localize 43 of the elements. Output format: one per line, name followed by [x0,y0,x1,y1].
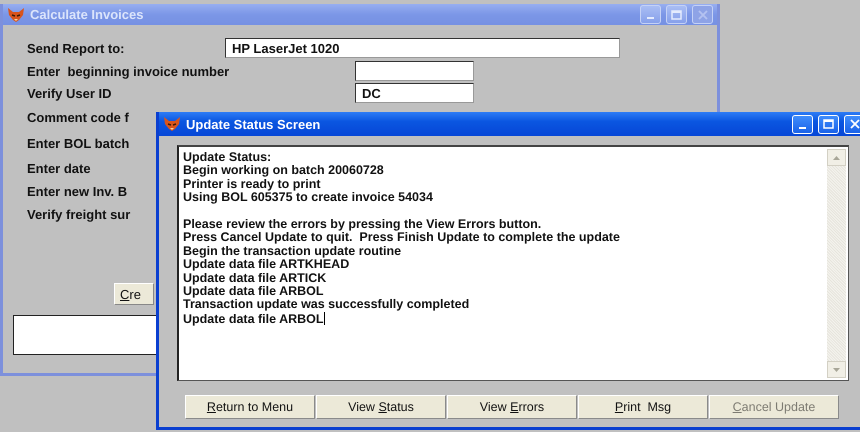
log-line: Printer is ready to print [183,178,322,192]
minimize-icon [647,17,654,19]
log-line: Begin working on batch 20060728 [183,164,385,178]
dialog-button[interactable]: Print Msg [578,395,708,419]
log-line: Update data file ARTICK [183,272,328,285]
log-line: Update Status: [183,151,272,164]
log-line: Update data file ARBOL [183,312,326,326]
window-title: Update Status Screen [186,116,322,132]
status-log-box[interactable] [177,145,849,381]
message-field[interactable] [13,315,156,355]
field-label: Verify freight sur [27,206,130,222]
dialog-button[interactable]: View Status [316,395,446,419]
log-line: Press Cancel Update to quit. Press Finish Update to complete the update [183,231,621,245]
field-label: Enter BOL batch [27,136,130,150]
input-field[interactable] [355,61,474,81]
create-button[interactable]: Cre [114,283,154,305]
field-label: Comment code f [27,110,129,124]
log-line: Using BOL 605375 to create invoice 54034 [183,191,434,205]
log-line: Update data file ARBOL [183,285,325,298]
dialog-button[interactable]: Return to Menu [185,395,315,419]
text-cursor [324,312,325,325]
maximize-icon [671,10,682,20]
input-field[interactable]: DC [355,83,474,103]
log-line: Please review the errors by pressing the View Errors button. [183,218,542,232]
log-line: Update data file ARTKHEAD [183,258,350,272]
up-arrow-icon [833,156,840,160]
input-field[interactable]: HP LaserJet 1020 [225,38,620,58]
window-title: Calculate Invoices [30,7,144,22]
field-label: Enter new Inv. B [27,184,128,199]
log-line: Transaction update was successfully completed [183,298,470,312]
field-label: Enter date [27,160,91,176]
log-line: Begin the transaction update routine [183,244,402,258]
field-label: Enter beginning invoice number [27,64,230,78]
close-icon [850,119,860,129]
close-icon [698,10,708,20]
maximize-icon [823,119,834,129]
animal-head-icon [163,117,181,131]
dialog-button[interactable]: View Errors [447,395,577,419]
field-label: Verify User ID [27,86,113,100]
down-arrow-icon [833,368,840,372]
animal-head-icon [7,8,25,22]
field-label: Send Report to: [27,40,126,56]
minimize-icon [799,126,806,128]
